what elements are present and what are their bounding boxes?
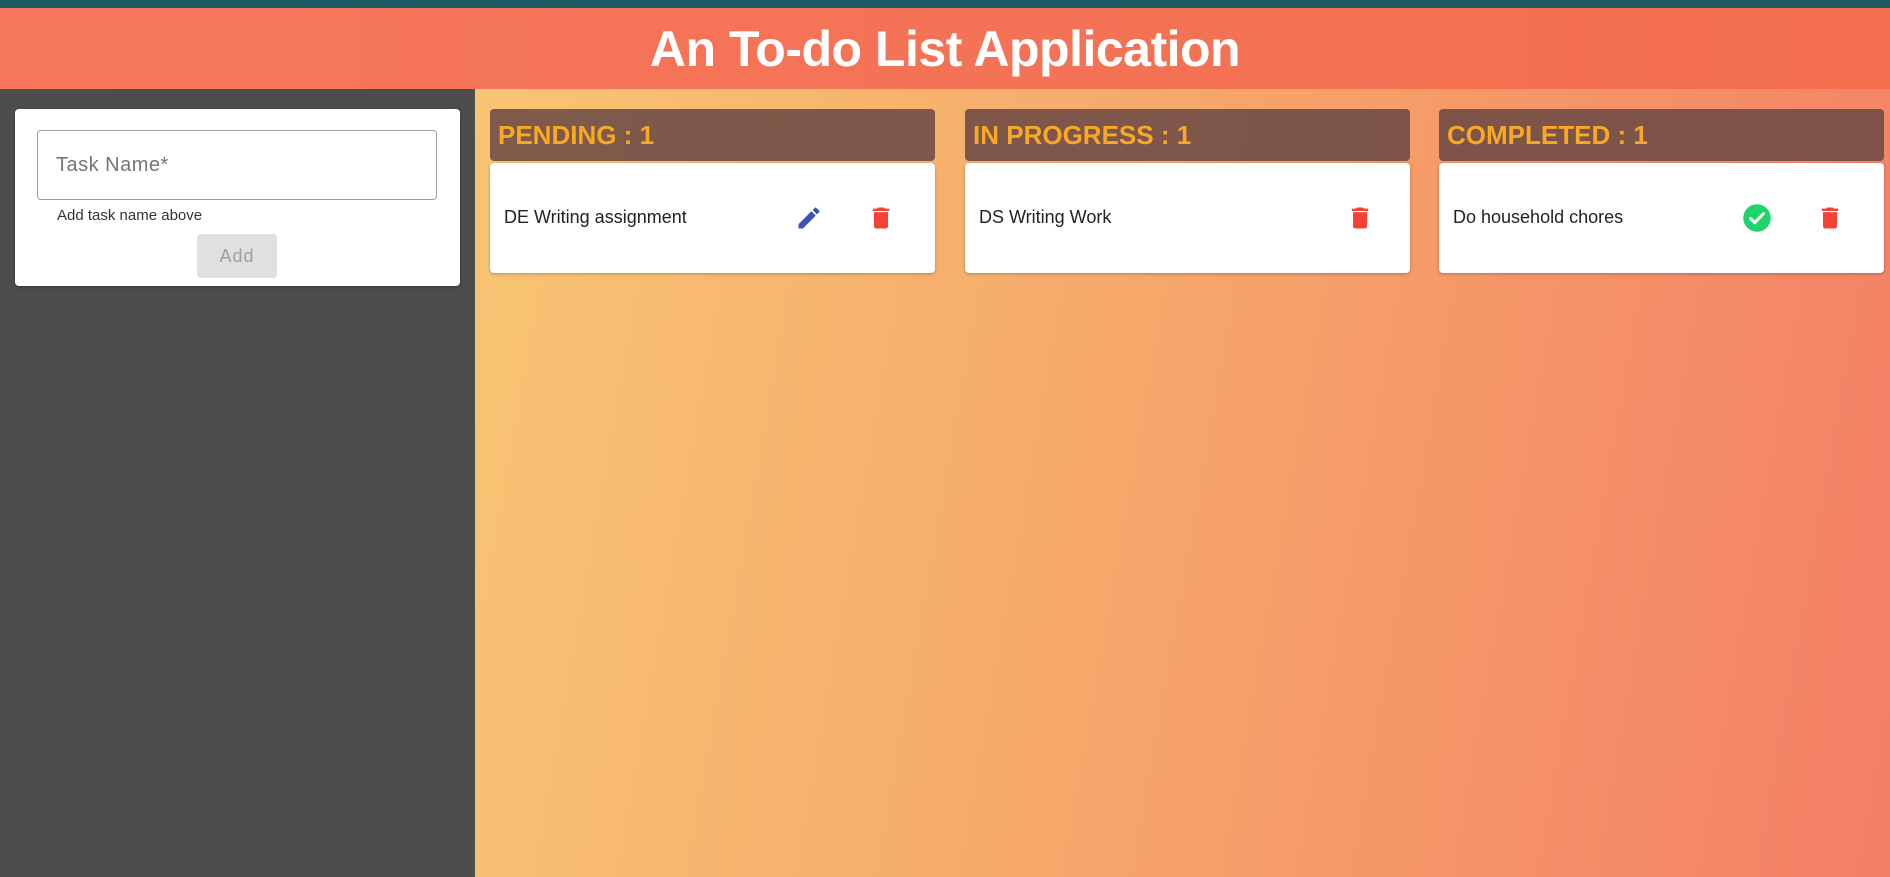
delete-icon[interactable] [1345, 203, 1375, 233]
column-title: IN PROGRESS : 1 [973, 119, 1192, 150]
add-task-button[interactable]: Add [197, 234, 277, 278]
sidebar: Add task name above Add [0, 89, 475, 877]
add-task-form: Add task name above Add [15, 109, 460, 286]
task-name: DE Writing assignment [504, 207, 687, 227]
task-name-helper-text: Add task name above [57, 207, 203, 224]
task-name: Do household chores [1453, 207, 1624, 227]
column-header-in-progress: IN PROGRESS : 1 [965, 109, 1410, 161]
column-in-progress: IN PROGRESS : 1 DS Writing Work [965, 109, 1410, 273]
column-header-completed: COMPLETED : 1 [1439, 109, 1884, 161]
task-card: Do household chores [1439, 163, 1884, 273]
task-name-input[interactable] [37, 130, 437, 200]
top-accent-bar [0, 0, 1890, 8]
delete-icon[interactable] [866, 203, 896, 233]
column-pending: PENDING : 1 DE Writing assignment [490, 109, 935, 273]
column-completed: COMPLETED : 1 Do household chores [1439, 109, 1884, 273]
edit-icon[interactable] [794, 203, 824, 233]
task-card: DS Writing Work [965, 163, 1410, 273]
task-card: DE Writing assignment [490, 163, 935, 273]
column-title: PENDING : 1 [498, 119, 655, 150]
app-header: An To-do List Application [0, 8, 1890, 89]
column-header-pending: PENDING : 1 [490, 109, 935, 161]
column-title: COMPLETED : 1 [1447, 119, 1648, 150]
delete-icon[interactable] [1815, 203, 1845, 233]
task-board: PENDING : 1 DE Writing assignment IN PRO… [475, 89, 1890, 877]
app-title: An To-do List Application [649, 20, 1241, 77]
task-name: DS Writing Work [979, 207, 1112, 227]
check-circle-icon[interactable] [1742, 203, 1772, 233]
